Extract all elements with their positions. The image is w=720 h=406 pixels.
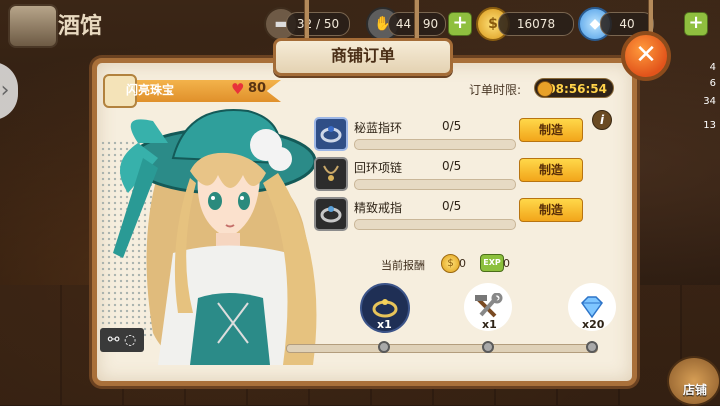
info-icon[interactable]: i bbox=[592, 110, 612, 130]
reward-label: 当前报酬 bbox=[381, 259, 425, 272]
shop-label: 店铺 bbox=[683, 383, 708, 397]
progress-knob bbox=[586, 341, 598, 353]
ring-icon[interactable] bbox=[314, 197, 348, 231]
make-button[interactable]: 制造 bbox=[519, 198, 583, 222]
heart-icon: ♥ bbox=[231, 80, 245, 98]
reward-gold: 0 bbox=[459, 257, 466, 270]
stamina-counter: 32 / 50 bbox=[286, 12, 350, 36]
hanging-rope bbox=[304, 0, 309, 40]
exp-icon: EXP bbox=[480, 254, 504, 272]
order-row: 精致戒指 0/5 制造 bbox=[314, 197, 594, 233]
milestone-label: x1 bbox=[377, 318, 392, 331]
reward-exp: 0 bbox=[503, 257, 510, 270]
hanging-rope bbox=[414, 0, 419, 40]
order-item-name: 秘蓝指环 bbox=[354, 121, 403, 135]
gem-name: 闪亮珠宝 bbox=[126, 83, 175, 97]
milestone-label: x20 bbox=[582, 318, 605, 331]
order-progress-bar bbox=[354, 139, 516, 150]
clock-icon bbox=[537, 81, 553, 97]
order-item-count: 0/5 bbox=[442, 159, 462, 173]
side-badge: 4 bbox=[709, 62, 716, 73]
make-button[interactable]: 制造 bbox=[519, 118, 583, 142]
ring-icon[interactable] bbox=[314, 117, 348, 151]
side-badge: 6 bbox=[709, 78, 716, 89]
gem-affection: 80 bbox=[248, 81, 267, 96]
order-item-name: 精致戒指 bbox=[354, 201, 403, 215]
milestone-label: x1 bbox=[482, 318, 497, 331]
dialog-title: 商铺订单 bbox=[273, 38, 453, 76]
add-capacity-button[interactable]: + bbox=[448, 12, 472, 36]
side-badge: 13 bbox=[703, 120, 716, 131]
character-portrait bbox=[113, 109, 317, 365]
side-badge: 34 bbox=[703, 96, 716, 107]
deadline-label: 订单时限: bbox=[469, 83, 522, 97]
order-progress-bar bbox=[354, 219, 516, 230]
gold-coin-icon: $ bbox=[441, 254, 460, 273]
add-diamond-button[interactable]: + bbox=[684, 12, 708, 36]
order-progress-bar bbox=[354, 179, 516, 190]
tavern-icon[interactable] bbox=[8, 4, 58, 48]
skill-indicator: ⚯ ◌ bbox=[100, 328, 144, 352]
order-item-count: 0/5 bbox=[442, 119, 462, 133]
order-row: 回环项链 0/5 制造 bbox=[314, 157, 594, 193]
progress-knob bbox=[378, 341, 390, 353]
order-item-name: 回环项链 bbox=[354, 161, 403, 175]
close-button[interactable]: ✕ bbox=[621, 31, 671, 81]
location-title: 酒馆 bbox=[58, 14, 103, 39]
gold-counter: 16078 bbox=[498, 12, 574, 36]
order-row: 秘蓝指环 0/5 制造 bbox=[314, 117, 594, 153]
make-button[interactable]: 制造 bbox=[519, 158, 583, 182]
progress-knob bbox=[482, 341, 494, 353]
reward-progress-track bbox=[286, 344, 598, 353]
order-item-count: 0/5 bbox=[442, 199, 462, 213]
necklace-icon[interactable] bbox=[314, 157, 348, 191]
